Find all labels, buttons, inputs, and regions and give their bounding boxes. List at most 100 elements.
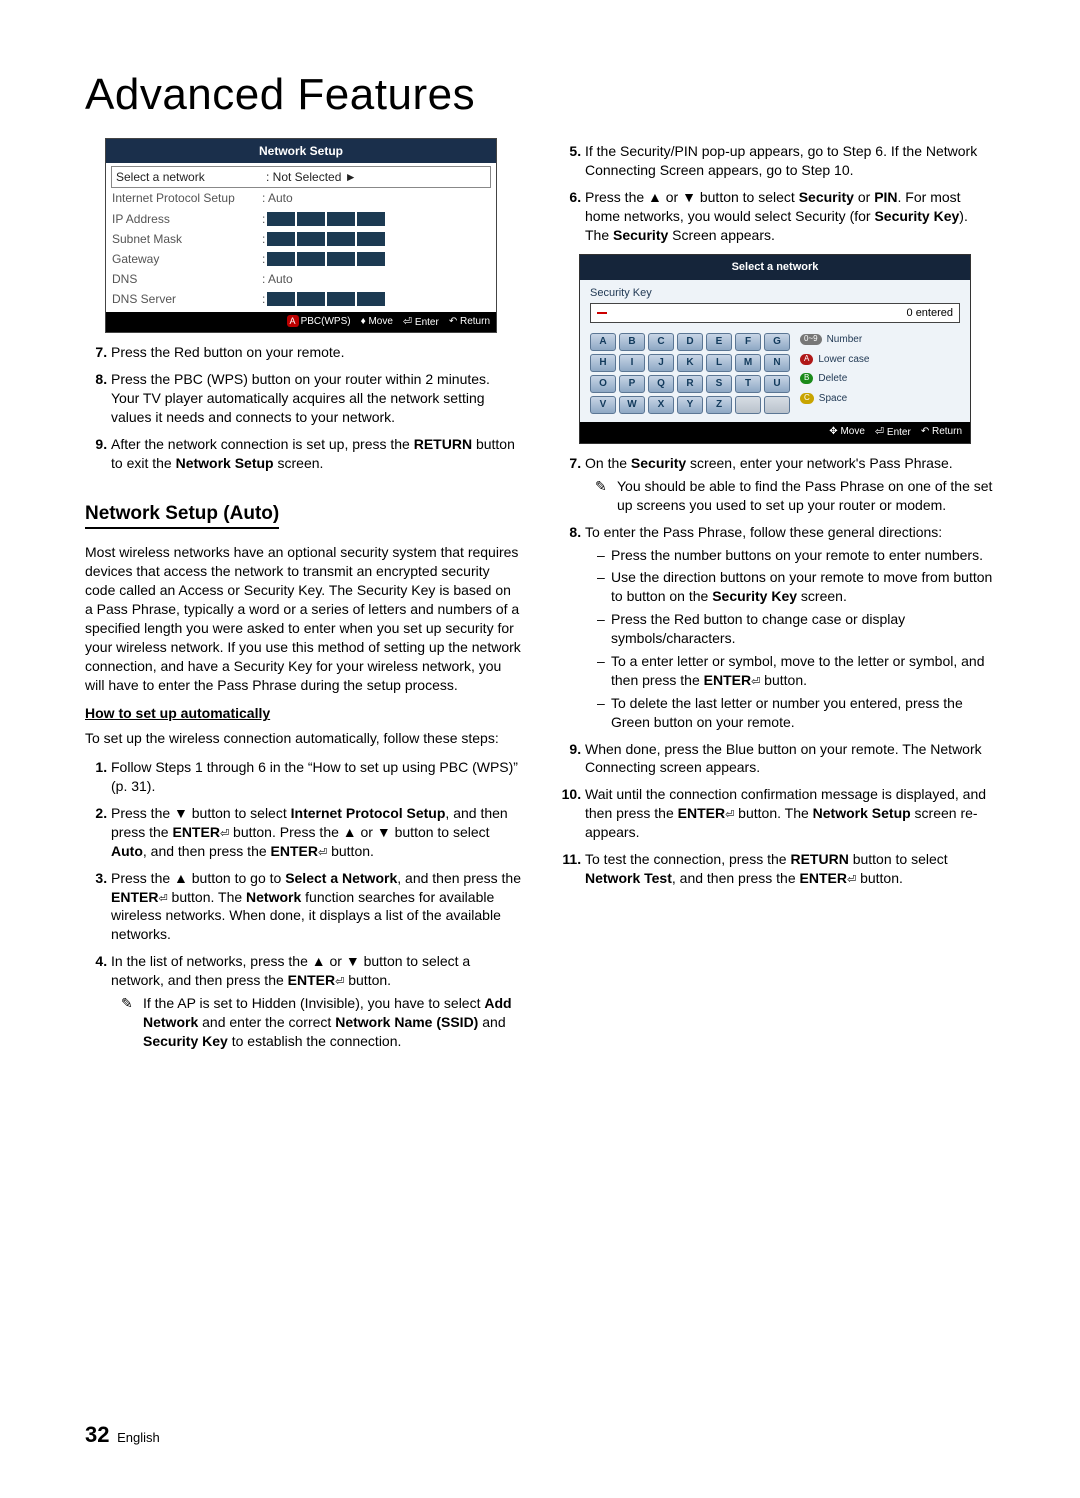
auto-intro: To set up the wireless connection automa… bbox=[85, 729, 521, 748]
kb-entered-count: 0 entered bbox=[907, 306, 953, 321]
note-icon: ✎ bbox=[121, 994, 133, 1013]
network-setup-panel: Network Setup Select a network : Not Sel… bbox=[105, 138, 497, 333]
kb-key[interactable]: X bbox=[648, 396, 674, 414]
step-b2: Press the ▼ button to select Internet Pr… bbox=[111, 804, 521, 861]
step-9: After the network connection is set up, … bbox=[111, 435, 521, 473]
enter-icon: ⏎ bbox=[403, 316, 412, 328]
left-column: Network Setup Select a network : Not Sel… bbox=[85, 138, 521, 1061]
step-d8-sublist: Press the number buttons on your remote … bbox=[597, 546, 995, 732]
label: Select a network bbox=[116, 169, 266, 185]
steps-list-a: Press the Red button on your remote. Pre… bbox=[85, 343, 521, 472]
step-b4: In the list of networks, press the ▲ or … bbox=[111, 952, 521, 1050]
enter-icon: ⏎ bbox=[847, 874, 856, 886]
delete-pill-icon: B bbox=[800, 373, 813, 384]
step-d10: Wait until the connection confirmation m… bbox=[585, 785, 995, 842]
page-title: Advanced Features bbox=[85, 70, 995, 120]
step-d9: When done, press the Blue button on your… bbox=[585, 740, 995, 778]
panel-footer: APBC(WPS) ♦ Move ⏎ Enter ↶ Return bbox=[106, 312, 496, 333]
step-7: Press the Red button on your remote. bbox=[111, 343, 521, 362]
kb-key[interactable]: B bbox=[619, 333, 645, 351]
page-language: English bbox=[117, 1430, 160, 1445]
kb-key[interactable] bbox=[764, 396, 790, 414]
note-hidden-ap: ✎ If the AP is set to Hidden (Invisible)… bbox=[121, 994, 521, 1051]
note-passphrase: ✎ You should be able to find the Pass Ph… bbox=[595, 477, 995, 515]
return-icon: ↶ bbox=[449, 316, 457, 327]
row-ip-address: IP Address : bbox=[112, 209, 490, 229]
subhead-how-to: How to set up automatically bbox=[85, 704, 521, 723]
kb-key[interactable] bbox=[735, 396, 761, 414]
step-d11: To test the connection, press the RETURN… bbox=[585, 850, 995, 888]
kb-security-label: Security Key bbox=[590, 286, 652, 301]
kb-key[interactable]: A bbox=[590, 333, 616, 351]
kb-key[interactable]: Q bbox=[648, 375, 674, 393]
kb-key[interactable]: Z bbox=[706, 396, 732, 414]
enter-icon: ⏎ bbox=[751, 676, 760, 688]
kb-key[interactable]: C bbox=[648, 333, 674, 351]
move-icon: ✥ bbox=[829, 426, 837, 437]
move-icon: ♦ bbox=[361, 316, 366, 327]
kb-key[interactable]: J bbox=[648, 354, 674, 372]
note-icon: ✎ bbox=[595, 477, 607, 496]
select-network-keyboard-panel: Select a network Security Key 0 entered … bbox=[579, 254, 971, 444]
step-8: Press the PBC (WPS) button on your route… bbox=[111, 370, 521, 427]
kb-key[interactable]: S bbox=[706, 375, 732, 393]
value: : Not Selected ► bbox=[266, 169, 486, 185]
kb-footer: ✥ Move ⏎ Enter ↶ Return bbox=[580, 422, 970, 443]
step-c5: If the Security/PIN pop-up appears, go t… bbox=[585, 142, 995, 180]
kb-key[interactable]: L bbox=[706, 354, 732, 372]
kb-key[interactable]: V bbox=[590, 396, 616, 414]
step-d7: On the Security screen, enter your netwo… bbox=[585, 454, 995, 515]
kb-key[interactable]: P bbox=[619, 375, 645, 393]
number-pill-icon: 0~9 bbox=[800, 334, 822, 345]
row-dns: DNS : Auto bbox=[112, 269, 490, 289]
kb-key[interactable]: E bbox=[706, 333, 732, 351]
row-gateway: Gateway : bbox=[112, 249, 490, 269]
space-pill-icon: C bbox=[800, 393, 814, 404]
page-footer: 32 English bbox=[85, 1422, 160, 1448]
right-column: If the Security/PIN pop-up appears, go t… bbox=[559, 138, 995, 1061]
steps-list-d: On the Security screen, enter your netwo… bbox=[559, 454, 995, 888]
kb-key[interactable]: N bbox=[764, 354, 790, 372]
kb-input[interactable]: 0 entered bbox=[590, 303, 960, 323]
cursor-icon bbox=[597, 312, 607, 314]
kb-key[interactable]: H bbox=[590, 354, 616, 372]
step-b1: Follow Steps 1 through 6 in the “How to … bbox=[111, 758, 521, 796]
a-button-icon: A bbox=[287, 315, 299, 327]
kb-keys[interactable]: ABCDEFG HIJKLMN OPQRSTU VWXYZ bbox=[590, 333, 790, 414]
panel-title: Network Setup bbox=[106, 139, 496, 163]
kb-key[interactable]: Y bbox=[677, 396, 703, 414]
enter-icon: ⏎ bbox=[220, 828, 229, 840]
steps-list-b: Follow Steps 1 through 6 in the “How to … bbox=[85, 758, 521, 1050]
section-network-setup-auto: Network Setup (Auto) bbox=[85, 501, 279, 530]
row-ip-setup: Internet Protocol Setup : Auto bbox=[112, 188, 490, 208]
return-icon: ↶ bbox=[921, 426, 929, 437]
kb-key[interactable]: O bbox=[590, 375, 616, 393]
kb-key[interactable]: T bbox=[735, 375, 761, 393]
step-b3: Press the ▲ button to go to Select a Net… bbox=[111, 869, 521, 945]
kb-key[interactable]: D bbox=[677, 333, 703, 351]
steps-list-c: If the Security/PIN pop-up appears, go t… bbox=[559, 142, 995, 244]
kb-key[interactable]: R bbox=[677, 375, 703, 393]
auto-paragraph: Most wireless networks have an optional … bbox=[85, 543, 521, 694]
kb-key[interactable]: F bbox=[735, 333, 761, 351]
kb-title: Select a network bbox=[580, 255, 970, 280]
enter-icon: ⏎ bbox=[875, 426, 884, 438]
enter-icon: ⏎ bbox=[335, 976, 344, 988]
step-d8: To enter the Pass Phrase, follow these g… bbox=[585, 523, 995, 732]
enter-icon: ⏎ bbox=[725, 809, 734, 821]
kb-key[interactable]: K bbox=[677, 354, 703, 372]
kb-key[interactable]: U bbox=[764, 375, 790, 393]
kb-key[interactable]: M bbox=[735, 354, 761, 372]
lower-pill-icon: A bbox=[800, 354, 813, 365]
kb-key[interactable]: I bbox=[619, 354, 645, 372]
step-c6: Press the ▲ or ▼ button to select Securi… bbox=[585, 188, 995, 245]
kb-legend: 0~9Number ALower case BDelete CSpace bbox=[800, 333, 869, 414]
kb-key[interactable]: G bbox=[764, 333, 790, 351]
row-subnet: Subnet Mask : bbox=[112, 229, 490, 249]
enter-icon: ⏎ bbox=[158, 893, 167, 905]
row-select-network[interactable]: Select a network : Not Selected ► bbox=[111, 166, 491, 188]
page-number: 32 bbox=[85, 1422, 109, 1447]
enter-icon: ⏎ bbox=[318, 847, 327, 859]
row-dns-server: DNS Server : bbox=[112, 289, 490, 309]
kb-key[interactable]: W bbox=[619, 396, 645, 414]
